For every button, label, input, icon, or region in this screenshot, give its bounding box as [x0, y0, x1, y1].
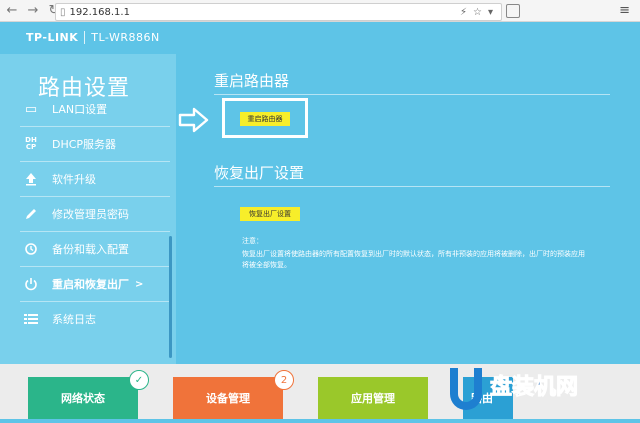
sidebar-item-reboot-reset[interactable]: 重启和恢复出厂 >: [20, 266, 170, 301]
tile-label: 设备管理: [206, 392, 250, 405]
brand-name: TP-LINK: [26, 31, 79, 44]
sidebar-item-label: DHCP服务器: [52, 138, 117, 151]
sidebar-item-lan[interactable]: ▭ LAN口设置: [20, 99, 170, 117]
page-icon: ▯: [60, 6, 66, 18]
dhcp-icon: DH CP: [25, 136, 37, 151]
list-icon: [20, 311, 42, 327]
sidebar-item-label: 软件升级: [52, 173, 96, 186]
sidebar-item-dhcp[interactable]: DH CP DHCP服务器: [20, 126, 170, 161]
tile-label: 应用管理: [351, 392, 395, 405]
check-icon: ✓: [129, 370, 149, 390]
svg-text:盘装机网: 盘装机网: [490, 374, 578, 400]
factory-reset-section-title: 恢复出厂设置: [214, 164, 305, 182]
watermark-logo: 盘装机网: [438, 354, 638, 419]
tile-device-management[interactable]: 设备管理: [173, 377, 283, 419]
chevron-right-icon: >: [135, 278, 144, 290]
dropdown-icon[interactable]: ▾: [488, 7, 493, 18]
model-name: TL-WR886N: [84, 31, 160, 44]
note-line-2: 将被全部恢复。: [242, 261, 291, 269]
tile-label: 网络状态: [61, 392, 105, 405]
tile-app-management[interactable]: 应用管理: [318, 377, 428, 419]
sidebar-title: 路由设置: [38, 76, 131, 101]
note-title: 注意：: [242, 237, 263, 245]
menu-icon[interactable]: ≡: [619, 3, 630, 18]
factory-reset-button[interactable]: 恢复出厂设置: [240, 207, 300, 221]
sidebar-item-label: LAN口设置: [52, 103, 108, 116]
section-divider: [214, 94, 610, 95]
pencil-icon: [20, 206, 42, 222]
sidebar-item-label: 重启和恢复出厂: [52, 278, 129, 291]
brand-logo: TP-LINK TL-WR886N: [26, 31, 160, 44]
sidebar-item-backup[interactable]: 备份和载入配置: [20, 231, 170, 266]
sidebar-item-password[interactable]: 修改管理员密码: [20, 196, 170, 231]
sidebar-item-label: 系统日志: [52, 313, 96, 326]
reboot-section-title: 重启路由器: [214, 72, 290, 90]
sidebar-scrollbar[interactable]: [169, 236, 172, 358]
device-count-badge: 2: [274, 370, 294, 390]
note-line-1: 恢复出厂设置将使路由器的所有配置恢复到出厂时的默认状态，所有非预装的应用将被删除…: [242, 250, 585, 258]
sidebar-item-log[interactable]: 系统日志: [20, 301, 170, 336]
sidebar: 路由设置 ▭ LAN口设置 DH CP DHCP服务器 软件升级 修改管理员密码…: [0, 54, 176, 364]
forward-arrow-icon[interactable]: →: [24, 2, 42, 20]
tile-network-status[interactable]: 网络状态: [28, 377, 138, 419]
power-icon: [20, 276, 42, 292]
reboot-router-button[interactable]: 重启路由器: [240, 112, 290, 126]
upload-icon: [20, 171, 42, 187]
star-icon[interactable]: ☆: [473, 7, 482, 18]
lan-icon: ▭: [24, 101, 38, 117]
sidebar-item-label: 备份和载入配置: [52, 243, 129, 256]
address-bar[interactable]: ▯ 192.168.1.1 ⚡ ☆ ▾: [55, 3, 502, 21]
extension-icon[interactable]: [506, 4, 520, 18]
url-text: 192.168.1.1: [69, 6, 130, 18]
sidebar-item-upgrade[interactable]: 软件升级: [20, 161, 170, 196]
browser-toolbar: ← → ↻ ▯ 192.168.1.1 ⚡ ☆ ▾ ≡: [0, 0, 640, 22]
backup-icon: [20, 241, 42, 257]
lightning-icon[interactable]: ⚡: [460, 7, 467, 18]
back-arrow-icon[interactable]: ←: [3, 2, 21, 20]
arrow-right-icon: [178, 107, 209, 133]
section-divider: [214, 186, 610, 187]
sidebar-item-label: 修改管理员密码: [52, 208, 129, 221]
